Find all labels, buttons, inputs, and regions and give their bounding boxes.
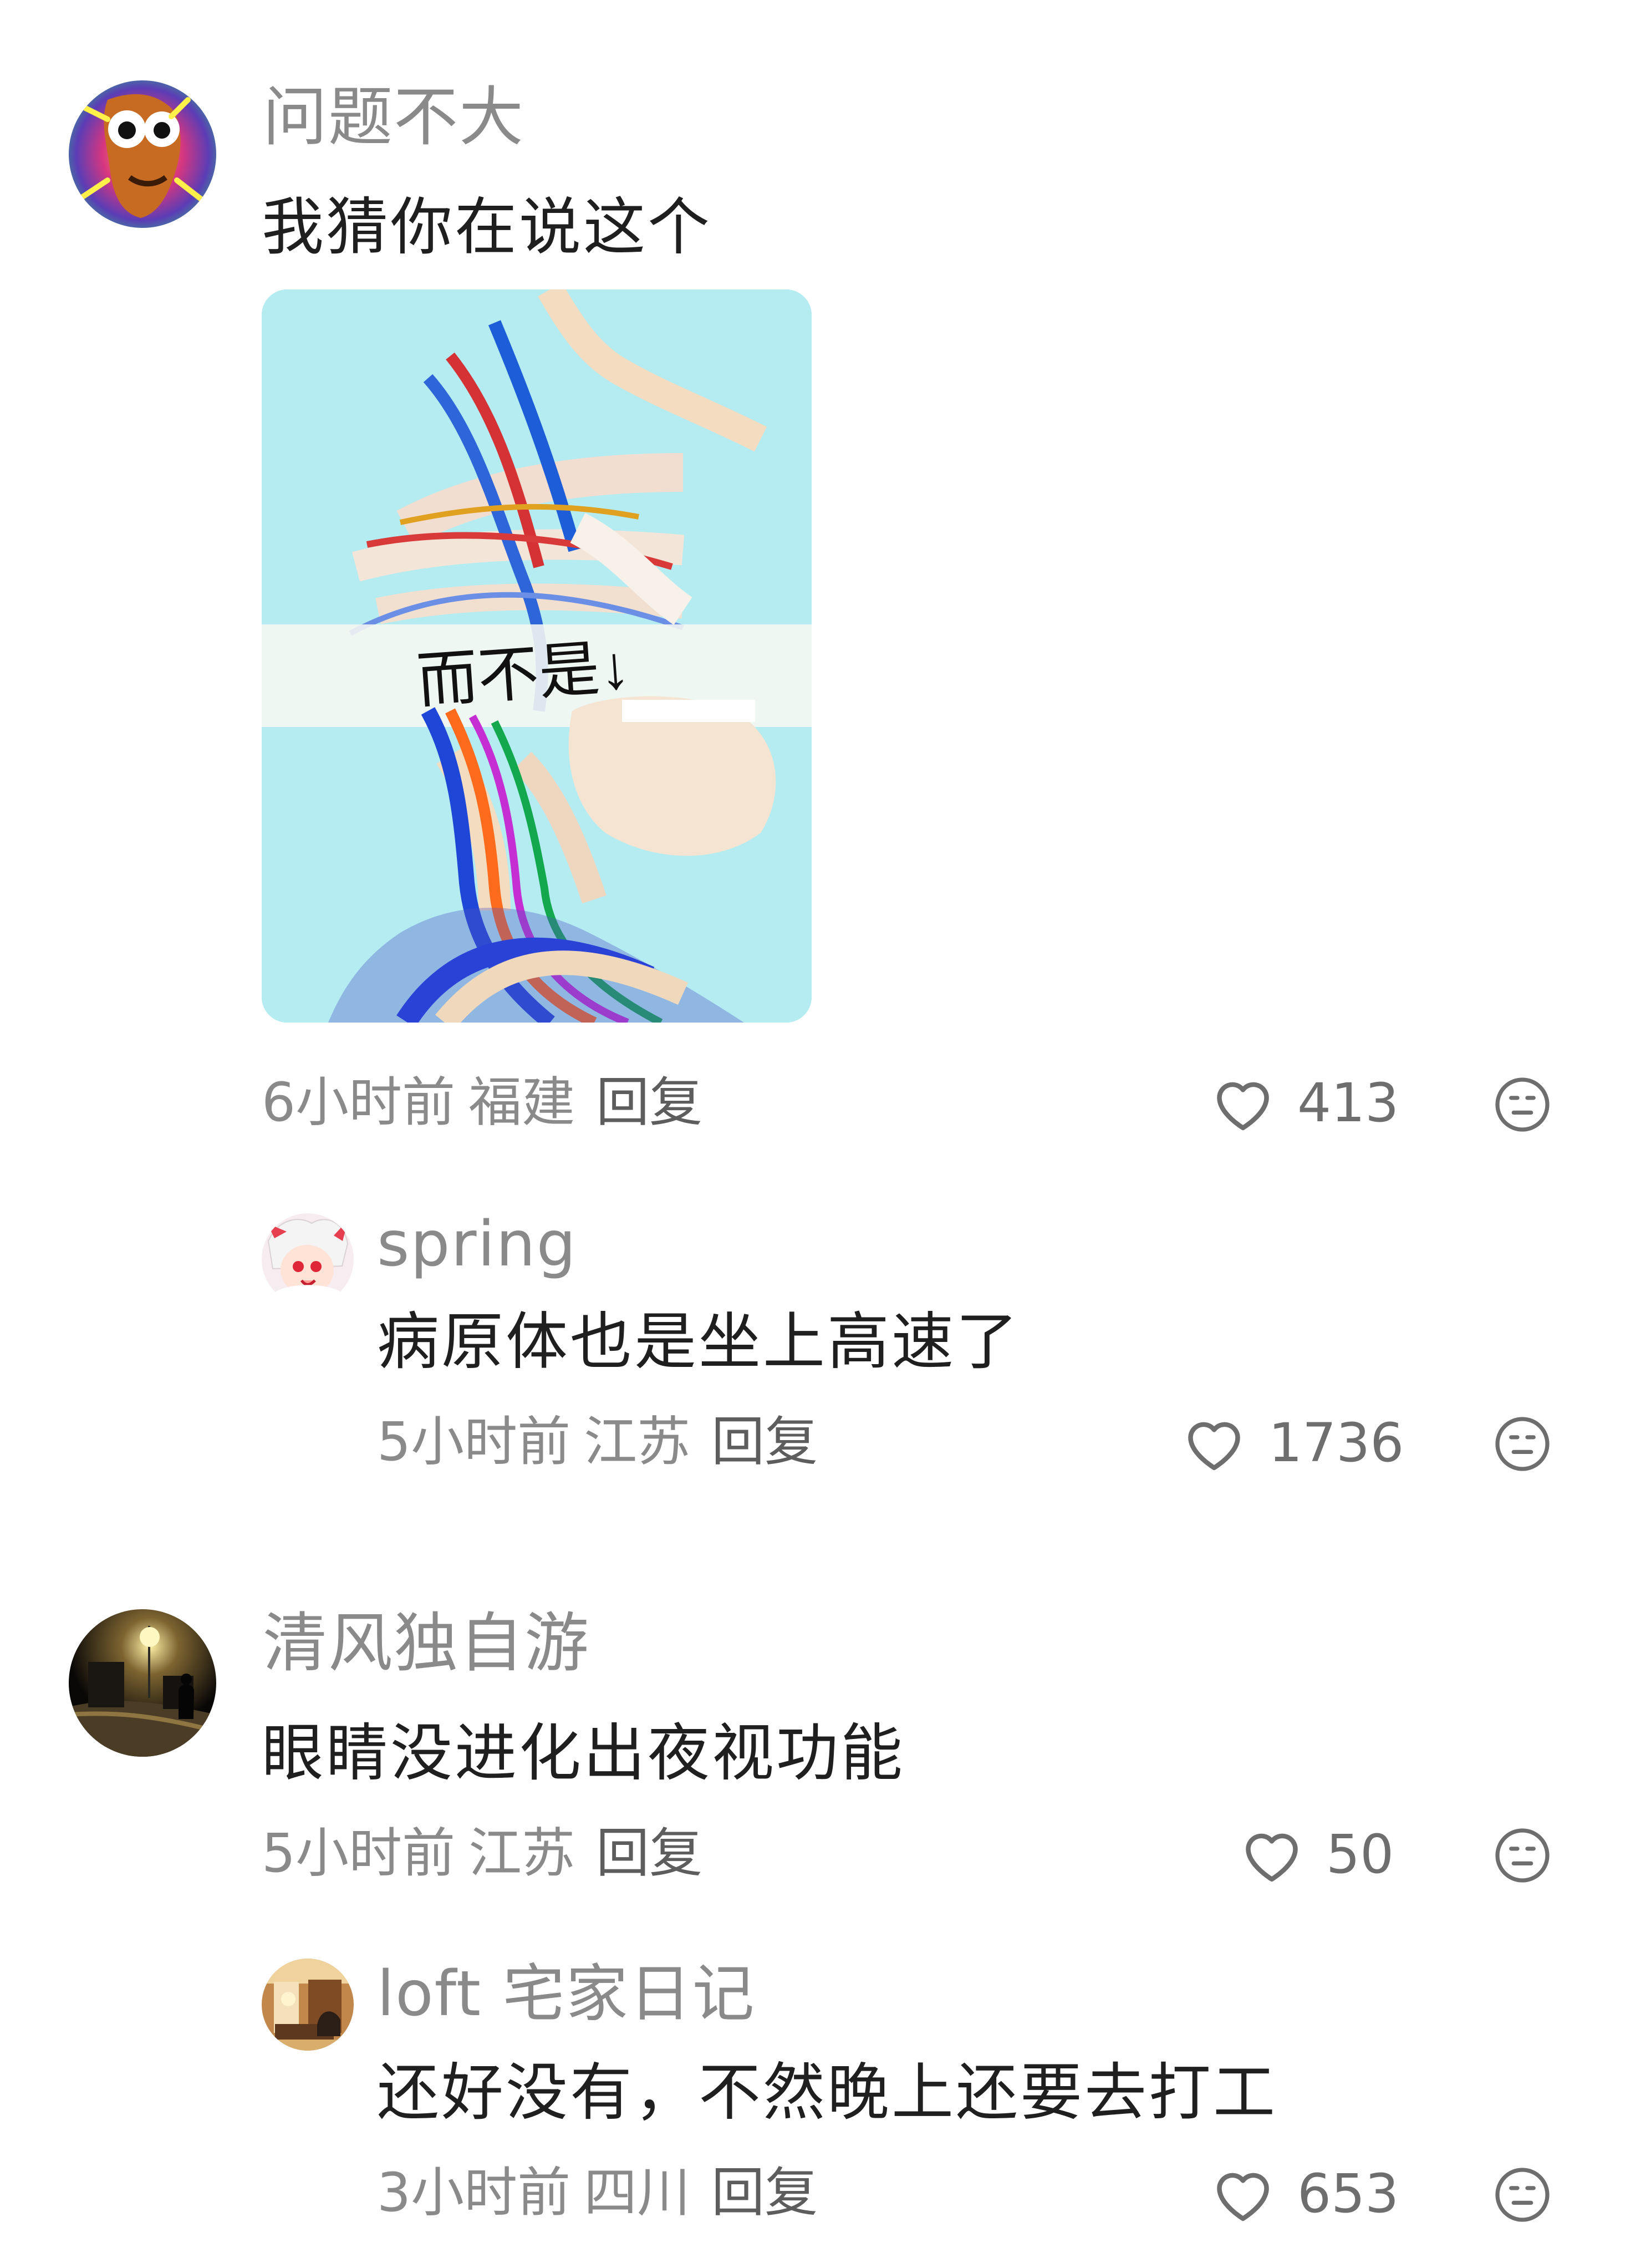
reply-2-avatar[interactable] [262,1959,354,2051]
comment-2-content: 眼睛没进化出夜视功能 [262,1717,905,1789]
comment-2-location: 江苏 [468,1822,575,1884]
comment-2-avatar[interactable] [69,1609,216,1757]
heart-outline-icon [1188,1422,1240,1471]
comment-1-avatar[interactable] [69,80,216,228]
heart-outline-icon [1217,2173,1269,2221]
reply-1-content: 病原体也是坐上高速了 [377,1306,1020,1378]
reply-1-time: 5小时前 [377,1411,571,1473]
comment-1-dislike-button[interactable] [1492,1075,1552,1135]
reply-2-like-count: 653 [1297,2163,1399,2225]
reply-2-time: 3小时前 [377,2162,571,2224]
heart-outline-icon [1246,1833,1298,1882]
reply-1-dislike-button[interactable] [1492,1414,1552,1474]
comment-1-like-button[interactable]: 413 [1211,1074,1399,1132]
reply-1-avatar[interactable] [262,1213,354,1305]
reply-1-meta: 5小时前 江苏 回复 [377,1415,818,1468]
reply-1-location: 江苏 [584,1411,691,1473]
comment-2-like-count: 50 [1326,1823,1394,1885]
comment-2-reply-button[interactable]: 回复 [596,1827,702,1880]
reply-2-username[interactable]: loft 宅家日记 [377,1963,756,2025]
comment-2-time: 5小时前 [262,1822,456,1884]
comment-1-location: 福建 [468,1071,575,1133]
reply-2-content: 还好没有，不然晚上还要去打工 [377,2057,1277,2129]
reply-1-username[interactable]: spring [377,1213,577,1275]
comment-2-meta: 5小时前 江苏 回复 [262,1827,702,1880]
comment-1-username[interactable]: 问题不大 [263,85,524,150]
reply-1-like-count: 1736 [1268,1412,1404,1474]
reply-2-location: 四川 [584,2162,691,2224]
heart-outline-icon [1217,1082,1269,1131]
reply-1-reply-button[interactable]: 回复 [711,1415,818,1468]
reply-2-reply-button[interactable]: 回复 [711,2166,818,2219]
comment-1-meta: 6小时前 福建 回复 [262,1076,702,1129]
reply-2-dislike-button[interactable] [1492,2165,1552,2225]
comment-1-content: 我猜你在说这个 [262,191,712,263]
comment-1-like-count: 413 [1297,1072,1399,1134]
reply-2-like-button[interactable]: 653 [1211,2165,1399,2223]
reply-1-like-button[interactable]: 1736 [1182,1414,1404,1472]
reply-2-meta: 3小时前 四川 回复 [377,2166,818,2219]
comment-2-dislike-button[interactable] [1492,1825,1552,1885]
comment-2-like-button[interactable]: 50 [1240,1825,1394,1883]
comment-1-image[interactable]: 而不是↓ [262,289,812,1023]
comment-1-time: 6小时前 [262,1071,456,1133]
comment-1-reply-button[interactable]: 回复 [596,1076,702,1129]
comment-2-username[interactable]: 清风独自游 [263,1611,590,1676]
